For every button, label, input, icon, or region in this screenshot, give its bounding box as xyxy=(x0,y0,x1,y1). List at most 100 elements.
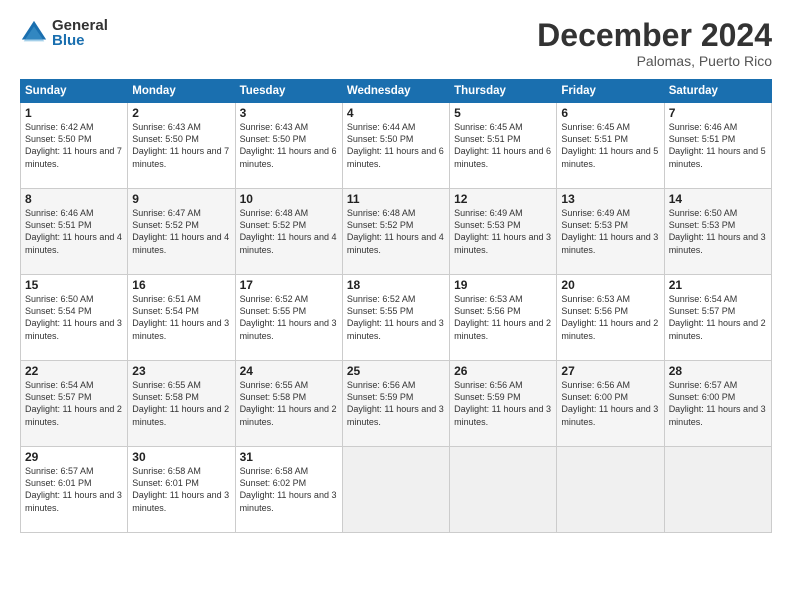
col-wednesday: Wednesday xyxy=(342,80,449,103)
day-number: 3 xyxy=(240,106,338,120)
day-number: 14 xyxy=(669,192,767,206)
day-info: Sunrise: 6:44 AMSunset: 5:50 PMDaylight:… xyxy=(347,122,444,168)
table-row: 17 Sunrise: 6:52 AMSunset: 5:55 PMDaylig… xyxy=(235,275,342,361)
day-info: Sunrise: 6:52 AMSunset: 5:55 PMDaylight:… xyxy=(347,294,444,340)
table-row xyxy=(342,447,449,533)
day-number: 23 xyxy=(132,364,230,378)
day-number: 1 xyxy=(25,106,123,120)
day-info: Sunrise: 6:55 AMSunset: 5:58 PMDaylight:… xyxy=(240,380,337,426)
day-number: 8 xyxy=(25,192,123,206)
table-row: 8 Sunrise: 6:46 AMSunset: 5:51 PMDayligh… xyxy=(21,189,128,275)
table-row: 27 Sunrise: 6:56 AMSunset: 6:00 PMDaylig… xyxy=(557,361,664,447)
calendar-week-1: 1 Sunrise: 6:42 AMSunset: 5:50 PMDayligh… xyxy=(21,103,772,189)
day-info: Sunrise: 6:56 AMSunset: 5:59 PMDaylight:… xyxy=(347,380,444,426)
table-row: 28 Sunrise: 6:57 AMSunset: 6:00 PMDaylig… xyxy=(664,361,771,447)
table-row: 30 Sunrise: 6:58 AMSunset: 6:01 PMDaylig… xyxy=(128,447,235,533)
calendar-page: General Blue December 2024 Palomas, Puer… xyxy=(0,0,792,612)
logo-icon xyxy=(20,19,48,47)
day-number: 30 xyxy=(132,450,230,464)
table-row: 2 Sunrise: 6:43 AMSunset: 5:50 PMDayligh… xyxy=(128,103,235,189)
day-info: Sunrise: 6:43 AMSunset: 5:50 PMDaylight:… xyxy=(240,122,337,168)
day-info: Sunrise: 6:45 AMSunset: 5:51 PMDaylight:… xyxy=(454,122,551,168)
day-number: 15 xyxy=(25,278,123,292)
day-number: 4 xyxy=(347,106,445,120)
day-number: 19 xyxy=(454,278,552,292)
header-row: Sunday Monday Tuesday Wednesday Thursday… xyxy=(21,80,772,103)
day-info: Sunrise: 6:50 AMSunset: 5:54 PMDaylight:… xyxy=(25,294,122,340)
day-info: Sunrise: 6:49 AMSunset: 5:53 PMDaylight:… xyxy=(561,208,658,254)
day-number: 11 xyxy=(347,192,445,206)
day-number: 17 xyxy=(240,278,338,292)
day-info: Sunrise: 6:57 AMSunset: 6:00 PMDaylight:… xyxy=(669,380,766,426)
day-number: 10 xyxy=(240,192,338,206)
table-row: 12 Sunrise: 6:49 AMSunset: 5:53 PMDaylig… xyxy=(450,189,557,275)
table-row: 25 Sunrise: 6:56 AMSunset: 5:59 PMDaylig… xyxy=(342,361,449,447)
day-number: 21 xyxy=(669,278,767,292)
day-number: 24 xyxy=(240,364,338,378)
table-row: 18 Sunrise: 6:52 AMSunset: 5:55 PMDaylig… xyxy=(342,275,449,361)
table-row: 3 Sunrise: 6:43 AMSunset: 5:50 PMDayligh… xyxy=(235,103,342,189)
day-info: Sunrise: 6:48 AMSunset: 5:52 PMDaylight:… xyxy=(347,208,444,254)
col-saturday: Saturday xyxy=(664,80,771,103)
day-number: 20 xyxy=(561,278,659,292)
day-number: 18 xyxy=(347,278,445,292)
day-info: Sunrise: 6:46 AMSunset: 5:51 PMDaylight:… xyxy=(25,208,122,254)
day-info: Sunrise: 6:54 AMSunset: 5:57 PMDaylight:… xyxy=(25,380,122,426)
day-number: 2 xyxy=(132,106,230,120)
day-info: Sunrise: 6:50 AMSunset: 5:53 PMDaylight:… xyxy=(669,208,766,254)
table-row: 10 Sunrise: 6:48 AMSunset: 5:52 PMDaylig… xyxy=(235,189,342,275)
table-row: 26 Sunrise: 6:56 AMSunset: 5:59 PMDaylig… xyxy=(450,361,557,447)
calendar-table: Sunday Monday Tuesday Wednesday Thursday… xyxy=(20,79,772,533)
day-number: 9 xyxy=(132,192,230,206)
table-row: 15 Sunrise: 6:50 AMSunset: 5:54 PMDaylig… xyxy=(21,275,128,361)
table-row: 21 Sunrise: 6:54 AMSunset: 5:57 PMDaylig… xyxy=(664,275,771,361)
table-row: 6 Sunrise: 6:45 AMSunset: 5:51 PMDayligh… xyxy=(557,103,664,189)
day-number: 29 xyxy=(25,450,123,464)
logo-text: General Blue xyxy=(52,18,108,48)
logo-blue: Blue xyxy=(52,33,108,48)
day-info: Sunrise: 6:42 AMSunset: 5:50 PMDaylight:… xyxy=(25,122,122,168)
day-number: 22 xyxy=(25,364,123,378)
table-row: 31 Sunrise: 6:58 AMSunset: 6:02 PMDaylig… xyxy=(235,447,342,533)
calendar-week-3: 15 Sunrise: 6:50 AMSunset: 5:54 PMDaylig… xyxy=(21,275,772,361)
table-row: 23 Sunrise: 6:55 AMSunset: 5:58 PMDaylig… xyxy=(128,361,235,447)
day-number: 26 xyxy=(454,364,552,378)
table-row: 22 Sunrise: 6:54 AMSunset: 5:57 PMDaylig… xyxy=(21,361,128,447)
table-row: 24 Sunrise: 6:55 AMSunset: 5:58 PMDaylig… xyxy=(235,361,342,447)
col-monday: Monday xyxy=(128,80,235,103)
table-row: 16 Sunrise: 6:51 AMSunset: 5:54 PMDaylig… xyxy=(128,275,235,361)
day-info: Sunrise: 6:47 AMSunset: 5:52 PMDaylight:… xyxy=(132,208,229,254)
day-info: Sunrise: 6:55 AMSunset: 5:58 PMDaylight:… xyxy=(132,380,229,426)
table-row: 5 Sunrise: 6:45 AMSunset: 5:51 PMDayligh… xyxy=(450,103,557,189)
day-number: 16 xyxy=(132,278,230,292)
location: Palomas, Puerto Rico xyxy=(537,53,772,69)
table-row: 9 Sunrise: 6:47 AMSunset: 5:52 PMDayligh… xyxy=(128,189,235,275)
calendar-week-4: 22 Sunrise: 6:54 AMSunset: 5:57 PMDaylig… xyxy=(21,361,772,447)
calendar-week-2: 8 Sunrise: 6:46 AMSunset: 5:51 PMDayligh… xyxy=(21,189,772,275)
day-info: Sunrise: 6:57 AMSunset: 6:01 PMDaylight:… xyxy=(25,466,122,512)
day-number: 31 xyxy=(240,450,338,464)
logo-general: General xyxy=(52,18,108,33)
table-row xyxy=(664,447,771,533)
table-row: 20 Sunrise: 6:53 AMSunset: 5:56 PMDaylig… xyxy=(557,275,664,361)
table-row: 13 Sunrise: 6:49 AMSunset: 5:53 PMDaylig… xyxy=(557,189,664,275)
table-row: 1 Sunrise: 6:42 AMSunset: 5:50 PMDayligh… xyxy=(21,103,128,189)
day-number: 12 xyxy=(454,192,552,206)
col-thursday: Thursday xyxy=(450,80,557,103)
day-info: Sunrise: 6:43 AMSunset: 5:50 PMDaylight:… xyxy=(132,122,229,168)
calendar-week-5: 29 Sunrise: 6:57 AMSunset: 6:01 PMDaylig… xyxy=(21,447,772,533)
header: General Blue December 2024 Palomas, Puer… xyxy=(20,18,772,69)
col-tuesday: Tuesday xyxy=(235,80,342,103)
day-number: 25 xyxy=(347,364,445,378)
day-number: 6 xyxy=(561,106,659,120)
day-info: Sunrise: 6:53 AMSunset: 5:56 PMDaylight:… xyxy=(454,294,551,340)
day-info: Sunrise: 6:56 AMSunset: 6:00 PMDaylight:… xyxy=(561,380,658,426)
day-info: Sunrise: 6:48 AMSunset: 5:52 PMDaylight:… xyxy=(240,208,337,254)
col-friday: Friday xyxy=(557,80,664,103)
table-row: 7 Sunrise: 6:46 AMSunset: 5:51 PMDayligh… xyxy=(664,103,771,189)
day-number: 5 xyxy=(454,106,552,120)
day-number: 27 xyxy=(561,364,659,378)
table-row: 29 Sunrise: 6:57 AMSunset: 6:01 PMDaylig… xyxy=(21,447,128,533)
logo: General Blue xyxy=(20,18,108,48)
table-row: 19 Sunrise: 6:53 AMSunset: 5:56 PMDaylig… xyxy=(450,275,557,361)
